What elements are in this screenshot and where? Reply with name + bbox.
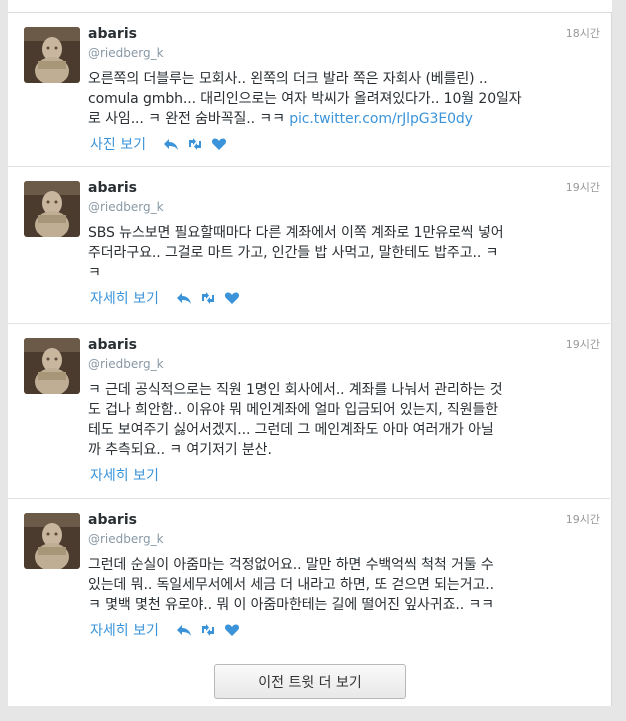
user-handle[interactable]: @riedberg_k [88,532,164,546]
tweet-actions: 자세히 보기 [90,620,247,640]
tweet-text: 오른쪽의 더블루는 모회사.. 왼쪽의 더크 발라 쪽은 자회사 (베를린) .… [88,69,603,129]
tweet-text-line: SBS 뉴스보면 필요할때마다 다른 계좌에서 이쪽 계좌로 1만유로씩 넣어 [88,225,504,241]
view-photo-link[interactable]: 사진 보기 [90,134,146,154]
retweet-icon[interactable] [199,623,217,637]
avatar[interactable] [24,513,80,569]
reply-icon[interactable] [175,623,193,637]
load-more-button[interactable]: 이전 트윗 더 보기 [214,664,406,699]
previous-tweet-edge [8,0,612,13]
view-details-link[interactable]: 자세히 보기 [90,288,159,308]
tweet-text: 그런데 순실이 아줌마는 걱정없어요.. 말만 하면 수백억씩 척척 거둘 수 … [88,555,603,615]
tweet-text-line: comula gmbh... 대리인으로는 여자 박씨가 올려져있다가.. 10… [88,91,522,107]
reply-icon[interactable] [162,137,180,151]
avatar-statue-image [24,513,80,569]
favorite-icon[interactable] [223,291,241,305]
tweet-actions: 자세히 보기 [90,465,175,485]
tweet-text-line: ㅋ 근데 공식적으로는 직원 1명인 회사에서.. 계좌를 나눠서 관리하는 것 [88,382,503,398]
avatar[interactable] [24,27,80,83]
tweet-text-line: 주더라구요.. 그걸로 마트 가고, 인간들 밥 사먹고, 말한테도 밥주고..… [88,245,499,261]
tweet-text-line: 로 사임... ㅋ 완전 숨바꼭질.. ㅋㅋ pic.twitter.com/r… [88,109,603,129]
view-details-link[interactable]: 자세히 보기 [90,620,159,640]
tweet-text-line: 도 겁나 희안함.. 이유야 뭐 메인계좌에 얼마 입금되어 있는지, 직원들한 [88,402,499,418]
user-name[interactable]: abaris [88,512,137,528]
avatar-statue-image [24,27,80,83]
avatar[interactable] [24,181,80,237]
retweet-icon[interactable] [186,137,204,151]
user-name[interactable]: abaris [88,180,137,196]
user-name[interactable]: abaris [88,26,137,42]
user-handle[interactable]: @riedberg_k [88,357,164,371]
timestamp[interactable]: 19시간 [566,336,600,352]
timestamp[interactable]: 19시간 [566,511,600,527]
tweet-item[interactable]: abaris @riedberg_k 19시간 SBS 뉴스보면 필요할때마다 … [8,167,610,324]
avatar-statue-image [24,338,80,394]
retweet-icon[interactable] [199,291,217,305]
tweet-text: SBS 뉴스보면 필요할때마다 다른 계좌에서 이쪽 계좌로 1만유로씩 넣어 … [88,223,603,283]
media-link[interactable]: pic.twitter.com/rJlpG3E0dy [289,111,473,127]
tweet-text-line: 테도 보여주기 싫어서겠지... 그런데 그 메인계좌도 아마 여러개가 아닐 [88,422,494,438]
favorite-icon[interactable] [223,623,241,637]
timestamp[interactable]: 19시간 [566,179,600,195]
tweet-text: ㅋ 근데 공식적으로는 직원 1명인 회사에서.. 계좌를 나눠서 관리하는 것… [88,380,603,460]
tweet-text-line: ㅋ [88,265,101,281]
tweet-actions: 사진 보기 [90,134,234,154]
user-handle[interactable]: @riedberg_k [88,200,164,214]
tweet-text-line: ㅋ 몇백 몇천 유로야.. 뭐 이 아줌마한테는 길에 떨어진 잎사귀죠.. ㅋ… [88,597,494,613]
tweet-text-line: 오른쪽의 더블루는 모회사.. 왼쪽의 더크 발라 쪽은 자회사 (베를린) .… [88,71,488,87]
tweet-item[interactable]: abaris @riedberg_k 19시간 그런데 순실이 아줌마는 걱정없… [8,499,610,652]
reply-icon[interactable] [175,291,193,305]
tweet-text-line: 까 추측되요.. ㅋ 여기저기 분산. [88,442,272,458]
user-name[interactable]: abaris [88,337,137,353]
avatar-statue-image [24,181,80,237]
view-details-link[interactable]: 자세히 보기 [90,465,159,485]
avatar[interactable] [24,338,80,394]
tweet-actions: 자세히 보기 [90,288,247,308]
load-more-container: 이전 트윗 더 보기 [8,651,610,706]
tweet-text-line: 있는데 뭐.. 독일세무서에서 세금 더 내라고 하면, 또 걷으면 되는거고.… [88,577,494,593]
favorite-icon[interactable] [210,137,228,151]
tweet-text-line: 그런데 순실이 아줌마는 걱정없어요.. 말만 하면 수백억씩 척척 거둘 수 [88,557,494,573]
tweet-text-segment: 로 사임... ㅋ 완전 숨바꼭질.. ㅋㅋ [88,111,290,127]
user-handle[interactable]: @riedberg_k [88,46,164,60]
tweet-item[interactable]: abaris @riedberg_k 18시간 오른쪽의 더블루는 모회사.. … [8,13,610,167]
timestamp[interactable]: 18시간 [566,25,600,41]
tweet-item[interactable]: abaris @riedberg_k 19시간 ㅋ 근데 공식적으로는 직원 1… [8,324,610,499]
